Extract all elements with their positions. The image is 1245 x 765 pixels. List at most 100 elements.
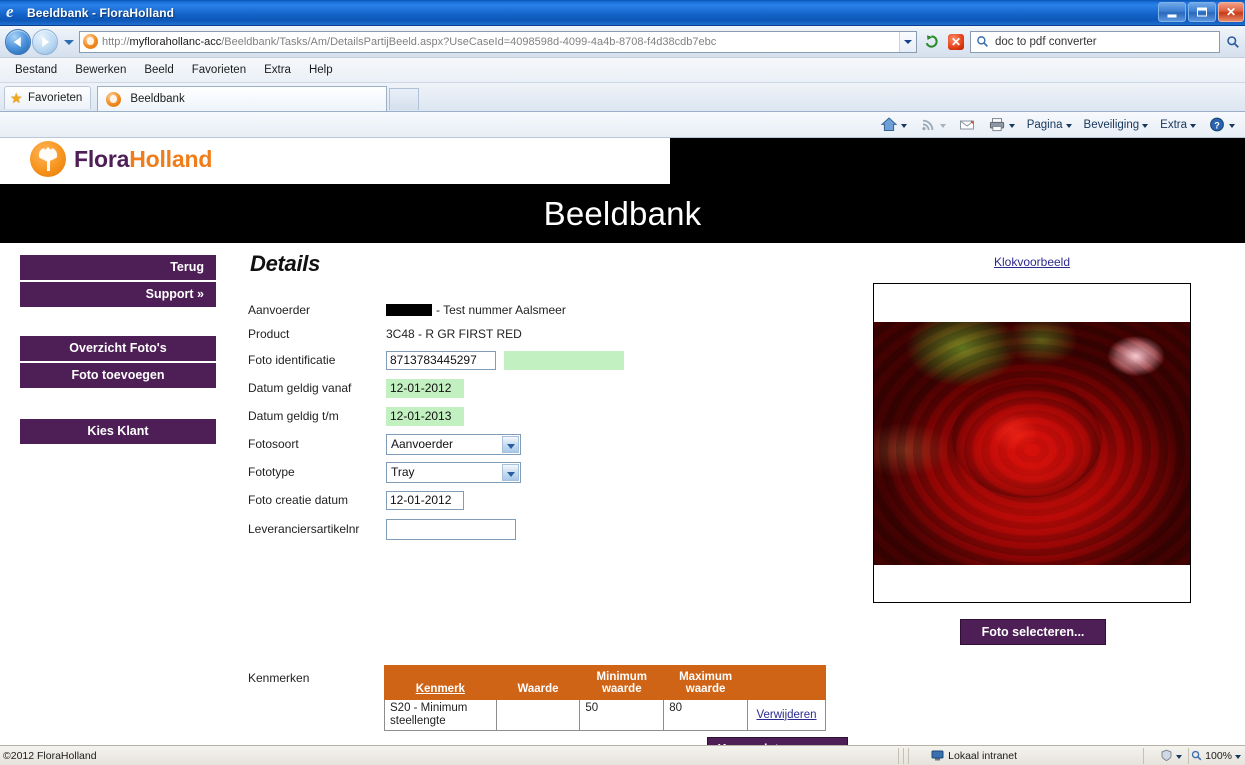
rose-photo-icon: [874, 322, 1190, 565]
cell-action: Verwijderen: [747, 699, 826, 731]
search-input[interactable]: [993, 34, 1219, 49]
search-go-button[interactable]: [1221, 31, 1245, 53]
cmd-pagina[interactable]: Pagina: [1021, 117, 1078, 133]
field-row-fotosoort: Fotosoort Aanvoerder: [248, 431, 848, 457]
logo-text: FloraHolland: [74, 146, 212, 173]
status-bar: ©2012 FloraHolland Lokaal intranet 100%: [0, 745, 1245, 765]
star-icon: ★: [10, 89, 23, 106]
fototype-select[interactable]: Tray: [386, 461, 521, 483]
protected-mode-indicator[interactable]: [1146, 749, 1186, 762]
help-button[interactable]: ?: [1202, 114, 1241, 135]
verwijderen-link[interactable]: Verwijderen: [756, 709, 816, 721]
fototype-selected-value: Tray: [391, 465, 415, 479]
security-zone[interactable]: Lokaal intranet: [911, 749, 1141, 762]
datum-geldig-vanaf-input[interactable]: [386, 378, 464, 398]
cmd-pagina-label: Pagina: [1026, 118, 1063, 131]
chevron-down-icon[interactable]: [502, 463, 519, 481]
refresh-button[interactable]: [920, 30, 944, 54]
url-input[interactable]: http://myflorahollanc-acc/Beeldbank/Task…: [79, 30, 917, 53]
value-aanvoerder: - Test nummer Aalsmeer: [386, 303, 566, 317]
table-row: S20 - Minimum steellengte 50 80 Verwijde…: [384, 699, 826, 731]
value-datum-geldig-tm: [386, 406, 464, 426]
cmd-beveiliging[interactable]: Beveiliging: [1078, 117, 1155, 133]
page-title: Details: [250, 251, 321, 276]
search-go-icon: [1227, 35, 1239, 48]
leveranciersartikelnr-input[interactable]: [386, 518, 516, 540]
chevron-down-icon[interactable]: [502, 435, 519, 453]
url-host: myflorahollanc-acc: [129, 35, 222, 48]
details-form: Details Aanvoerder - Test nummer Aalsmee…: [248, 251, 848, 545]
tab-strip: ★ Favorieten Beeldbank: [0, 83, 1245, 112]
home-button[interactable]: [874, 114, 913, 135]
column-header-waarde: Waarde: [495, 665, 581, 700]
cmd-extra-label: Extra: [1160, 118, 1187, 131]
window-title: Beeldbank - FloraHolland: [27, 5, 175, 20]
datum-geldig-tm-input[interactable]: [386, 406, 464, 426]
recent-pages-dropdown-icon[interactable]: [61, 32, 77, 52]
tab-beeldbank[interactable]: Beeldbank: [97, 86, 388, 111]
menu-item-bestand[interactable]: Bestand: [6, 62, 66, 78]
minimize-button[interactable]: [1158, 2, 1186, 22]
mail-button[interactable]: [952, 114, 982, 135]
floraholland-logo: FloraHolland: [30, 141, 212, 177]
field-row-datum-geldig-tm: Datum geldig t/m: [248, 403, 848, 429]
printer-icon: [989, 118, 1004, 132]
intranet-zone-icon: [931, 749, 944, 762]
menu-item-favorieten[interactable]: Favorieten: [183, 62, 255, 78]
back-button[interactable]: [5, 28, 31, 55]
menu-item-help[interactable]: Help: [300, 62, 342, 78]
feeds-button[interactable]: [913, 114, 952, 135]
stop-button[interactable]: ✕: [944, 30, 968, 54]
body-area: Terug Support » Overzicht Foto's Foto to…: [0, 243, 1245, 745]
photo-image: [874, 322, 1190, 565]
menu-item-bewerken[interactable]: Bewerken: [66, 62, 135, 78]
new-tab-button[interactable]: [389, 88, 420, 110]
sidebar-item-foto-toevoegen[interactable]: Foto toevoegen: [20, 363, 216, 388]
menu-item-extra[interactable]: Extra: [255, 62, 300, 78]
zoom-control[interactable]: 100%: [1191, 750, 1245, 762]
sidebar-item-kies-klant[interactable]: Kies Klant: [20, 419, 216, 444]
photo-preview-frame: [873, 283, 1191, 603]
field-row-aanvoerder: Aanvoerder - Test nummer Aalsmeer: [248, 299, 848, 321]
field-row-foto-identificatie: Foto identificatie: [248, 347, 848, 373]
address-dropdown-icon[interactable]: [899, 31, 916, 52]
foto-creatie-datum-input[interactable]: [386, 490, 464, 510]
search-box[interactable]: [970, 30, 1220, 53]
maximize-icon: [1197, 7, 1207, 17]
site-favicon-icon: [83, 34, 98, 49]
svg-text:?: ?: [1214, 120, 1220, 130]
rss-feed-icon: [922, 119, 934, 131]
favorites-button[interactable]: ★ Favorieten: [4, 86, 92, 109]
kenmerk-toevoegen-button[interactable]: Kenmerk toevoegen: [706, 737, 848, 745]
command-bar: Pagina Beveiliging Extra ?: [0, 112, 1245, 138]
klokvoorbeeld-link[interactable]: Klokvoorbeeld: [873, 255, 1191, 269]
sidebar-item-terug[interactable]: Terug: [20, 255, 216, 280]
print-button[interactable]: [982, 114, 1021, 135]
tab-label: Beeldbank: [130, 93, 185, 105]
column-header-kenmerk[interactable]: Kenmerk: [384, 665, 497, 700]
label-fototype: Fototype: [248, 465, 295, 479]
foto-identificatie-input[interactable]: [386, 350, 496, 370]
field-row-datum-geldig-vanaf: Datum geldig vanaf: [248, 375, 848, 401]
foto-selecteren-button[interactable]: Foto selecteren...: [960, 619, 1106, 645]
cmd-extra[interactable]: Extra: [1154, 117, 1202, 133]
fotosoort-select[interactable]: Aanvoerder: [386, 433, 521, 455]
value-aanvoerder-text: - Test nummer Aalsmeer: [436, 303, 566, 317]
forward-button[interactable]: [32, 28, 58, 55]
tulip-icon: [30, 141, 66, 177]
label-datum-geldig-tm: Datum geldig t/m: [248, 409, 339, 423]
cmd-beveiliging-label: Beveiliging: [1083, 118, 1140, 131]
column-header-actions: [747, 665, 826, 700]
field-row-product: Product 3C48 - R GR FIRST RED: [248, 323, 848, 345]
menu-item-beeld[interactable]: Beeld: [135, 62, 182, 78]
close-button[interactable]: ✕: [1218, 2, 1244, 22]
field-row-fototype: Fototype Tray: [248, 459, 848, 485]
app-title: Beeldbank: [543, 194, 702, 232]
url-text: http://myflorahollanc-acc/Beeldbank/Task…: [102, 36, 899, 48]
cell-minimum: 50: [579, 699, 665, 731]
maximize-button[interactable]: [1188, 2, 1216, 22]
label-aanvoerder: Aanvoerder: [248, 303, 311, 317]
sidebar-item-support[interactable]: Support »: [20, 282, 216, 307]
sidebar-item-overzicht-fotos[interactable]: Overzicht Foto's: [20, 336, 216, 361]
